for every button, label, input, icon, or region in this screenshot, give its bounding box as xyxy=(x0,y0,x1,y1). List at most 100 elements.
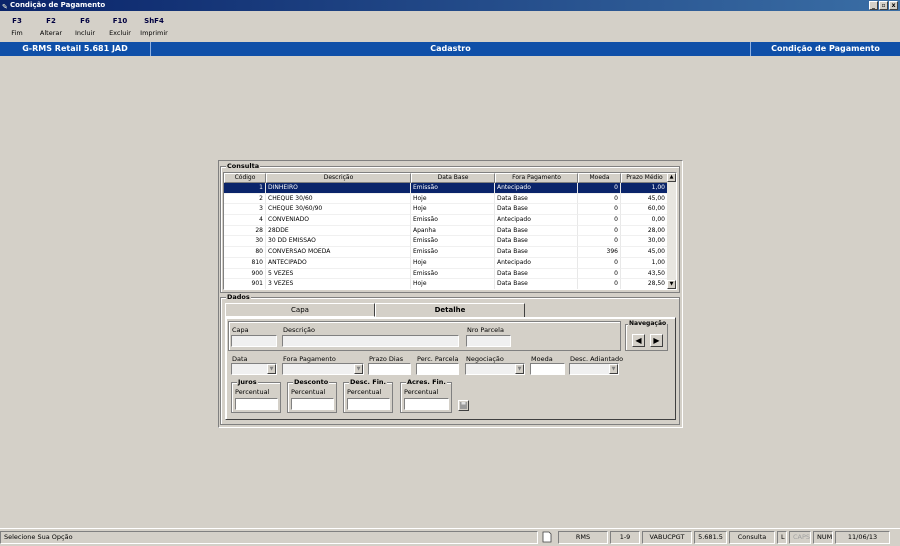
close-button[interactable]: x xyxy=(889,1,898,10)
col-moeda[interactable]: Moeda xyxy=(578,173,621,183)
desconto-title: Desconto xyxy=(293,378,330,386)
table-cell: Data Base xyxy=(495,279,578,289)
table-cell: DINHEIRO xyxy=(266,183,411,194)
table-cell: 43,50 xyxy=(621,268,668,280)
col-data-base[interactable]: Data Base xyxy=(411,173,495,183)
perc-parcela-label: Perc. Parcela xyxy=(417,355,459,363)
table-cell: 45,00 xyxy=(621,247,668,258)
fim-button[interactable]: F3 Fim xyxy=(0,17,34,37)
moeda-field[interactable] xyxy=(530,363,565,375)
table-cell: 0 xyxy=(578,204,621,216)
juros-percent-field[interactable] xyxy=(235,398,278,410)
status-mode: Consulta xyxy=(729,531,775,544)
chevron-down-icon[interactable]: ▼ xyxy=(515,364,524,374)
capa-field[interactable] xyxy=(231,335,277,347)
scroll-up-icon[interactable]: ▲ xyxy=(667,173,676,182)
table-row[interactable]: 4 CONVENIADO Emissão Antecipado 0 0,00 xyxy=(224,215,676,226)
table-cell: 0 xyxy=(578,215,621,226)
desc-fin-percent-field[interactable] xyxy=(347,398,390,410)
nro-parcela-field[interactable] xyxy=(466,335,511,347)
juros-title: Juros xyxy=(237,378,258,386)
table-cell: Emissão xyxy=(411,247,495,258)
table-row[interactable]: 30 30 DD EMISSAO Emissão Data Base 0 30,00 xyxy=(224,236,676,248)
table-cell: 3 xyxy=(224,204,266,216)
table-cell: 0 xyxy=(578,279,621,289)
perc-parcela-field[interactable] xyxy=(416,363,459,375)
desc-fin-title: Desc. Fin. xyxy=(349,378,388,386)
navegacao-label: Navegação xyxy=(628,320,668,327)
table-row[interactable]: 80 CONVERSAO MOEDA Emissão Data Base 396 45,0… xyxy=(224,247,676,258)
minimize-button[interactable]: _ xyxy=(869,1,878,10)
tab-detalhe[interactable]: Detalhe xyxy=(375,303,525,318)
dados-label: Dados xyxy=(226,293,251,301)
negociacao-select[interactable]: ▼ xyxy=(465,363,525,375)
table-row[interactable]: 3 CHEQUE 30/60/90 Hoje Data Base 0 60,00 xyxy=(224,204,676,216)
table-row[interactable]: 2 CHEQUE 30/60 Hoje Data Base 0 45,00 xyxy=(224,193,676,205)
acres-fin-sub: Percentual xyxy=(404,388,439,396)
table-cell: 2 xyxy=(224,193,266,205)
table-row[interactable]: 1 DINHEIRO Emissão Antecipado 0 1,00 xyxy=(224,183,676,194)
grid-header: Código Descrição Data Base Fora Pagament… xyxy=(224,173,676,183)
table-row[interactable]: 28 28DDE Apanha Data Base 0 28,00 xyxy=(224,225,676,237)
desconto-sub: Percentual xyxy=(291,388,326,396)
window-title-bar: ✎ Condição de Pagamento _ ▫ x xyxy=(0,0,900,11)
previous-record-button[interactable]: ◀ xyxy=(632,334,645,347)
table-cell: 900 xyxy=(224,268,266,280)
table-row[interactable]: 810 ANTECIPADO Hoje Antecipado 0 1,00 xyxy=(224,257,676,269)
desconto-percent-field[interactable] xyxy=(291,398,334,410)
table-cell: ANTECIPADO xyxy=(266,257,411,269)
chevron-down-icon[interactable]: ▼ xyxy=(609,364,618,374)
table-cell: 0 xyxy=(578,225,621,237)
table-cell: 0 xyxy=(578,236,621,248)
alterar-button[interactable]: F2 Alterar xyxy=(34,17,68,37)
table-cell: Data Base xyxy=(495,193,578,205)
scroll-down-icon[interactable]: ▼ xyxy=(667,280,676,289)
moeda-label: Moeda xyxy=(531,355,553,363)
juros-sub: Percentual xyxy=(235,388,270,396)
table-cell: 3 VEZES xyxy=(266,279,411,289)
table-row[interactable]: 900 5 VEZES Emissão Data Base 0 43,50 xyxy=(224,268,676,280)
col-codigo[interactable]: Código xyxy=(224,173,266,183)
table-cell: Hoje xyxy=(411,193,495,205)
table-cell: CONVERSAO MOEDA xyxy=(266,247,411,258)
next-record-button[interactable]: ▶ xyxy=(650,334,663,347)
table-cell: 901 xyxy=(224,279,266,289)
document-icon xyxy=(542,531,554,544)
table-cell: 0 xyxy=(578,268,621,280)
disk-icon xyxy=(460,402,467,409)
table-cell: Emissão xyxy=(411,183,495,194)
table-cell: 396 xyxy=(578,247,621,258)
prazo-dias-field[interactable] xyxy=(368,363,411,375)
data-select[interactable]: ▼ xyxy=(231,363,277,375)
chevron-down-icon[interactable]: ▼ xyxy=(354,364,363,374)
save-button[interactable] xyxy=(458,400,469,411)
excluir-button[interactable]: F10 Excluir xyxy=(103,17,137,37)
grid-scrollbar[interactable]: ▲ ▼ xyxy=(667,173,676,289)
acres-fin-percent-field[interactable] xyxy=(404,398,449,410)
desc-adiantado-select[interactable]: ▼ xyxy=(569,363,619,375)
status-version: 5.681.5 xyxy=(694,531,727,544)
tab-capa[interactable]: Capa xyxy=(225,303,375,317)
table-row[interactable]: 901 3 VEZES Hoje Data Base 0 28,50 xyxy=(224,279,676,289)
fora-pagamento-select[interactable]: ▼ xyxy=(282,363,364,375)
consulta-label: Consulta xyxy=(226,162,261,170)
col-prazo-medio[interactable]: Prazo Médio xyxy=(621,173,668,183)
descricao-field[interactable] xyxy=(282,335,459,347)
status-message: Selecione Sua Opção xyxy=(0,531,538,544)
col-fora-pagamento[interactable]: Fora Pagamento xyxy=(495,173,578,183)
consulta-grid[interactable]: Código Descrição Data Base Fora Pagament… xyxy=(223,172,677,290)
fora-pagamento-label: Fora Pagamento xyxy=(283,355,336,363)
incluir-button[interactable]: F6 Incluir xyxy=(68,17,102,37)
imprimir-button[interactable]: ShF4 Imprimir xyxy=(137,17,171,37)
window-title: Condição de Pagamento xyxy=(10,1,106,9)
table-cell: 1,00 xyxy=(621,257,668,269)
table-cell: Emissão xyxy=(411,268,495,280)
chevron-down-icon[interactable]: ▼ xyxy=(267,364,276,374)
descricao-label: Descrição xyxy=(283,326,315,334)
table-cell: CHEQUE 30/60/90 xyxy=(266,204,411,216)
maximize-button[interactable]: ▫ xyxy=(879,1,888,10)
table-cell: 45,00 xyxy=(621,193,668,205)
table-cell: Hoje xyxy=(411,279,495,289)
col-descricao[interactable]: Descrição xyxy=(266,173,411,183)
table-cell: Data Base xyxy=(495,236,578,248)
